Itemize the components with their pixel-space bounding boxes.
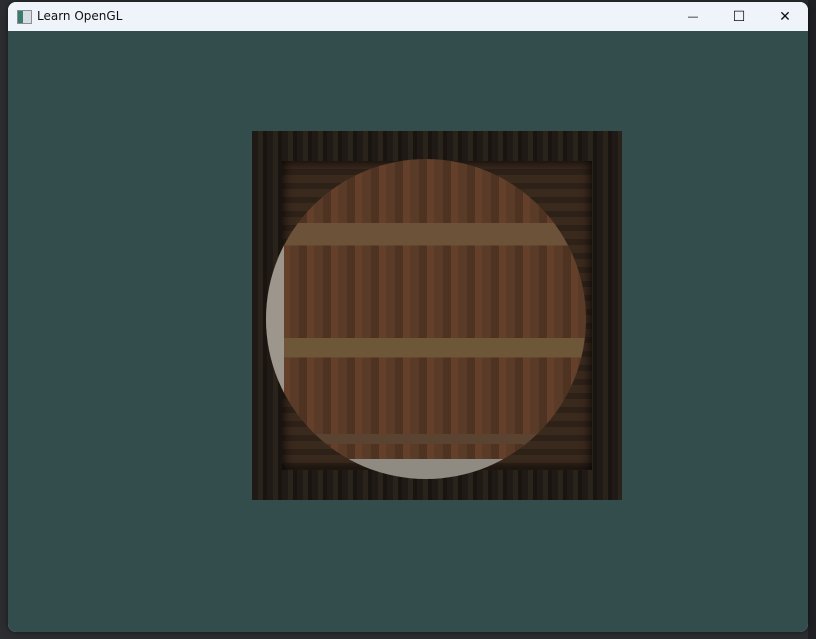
opengl-window: Learn OpenGL — ☐ ✕ bbox=[8, 2, 808, 632]
close-button[interactable]: ✕ bbox=[762, 2, 808, 31]
background-ide bbox=[808, 0, 816, 639]
minimize-icon: — bbox=[687, 10, 699, 23]
maximize-button[interactable]: ☐ bbox=[716, 2, 762, 31]
circular-texture-blend bbox=[266, 159, 586, 479]
close-icon: ✕ bbox=[779, 8, 791, 25]
gl-viewport[interactable] bbox=[8, 31, 808, 632]
minimize-button[interactable]: — bbox=[670, 2, 716, 31]
crate-texture bbox=[252, 131, 622, 500]
window-title: Learn OpenGL bbox=[37, 9, 123, 23]
maximize-icon: ☐ bbox=[732, 8, 746, 25]
title-bar[interactable]: Learn OpenGL — ☐ ✕ bbox=[8, 2, 808, 31]
app-icon bbox=[17, 10, 32, 24]
